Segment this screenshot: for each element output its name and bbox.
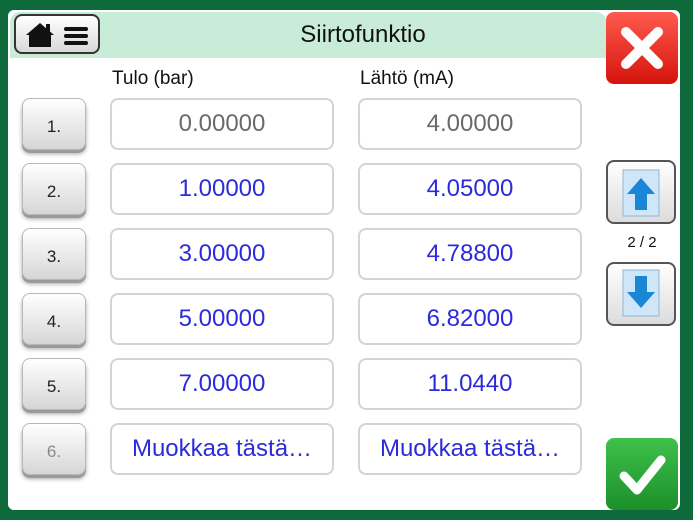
home-menu-icon [26, 23, 88, 47]
row-button-5[interactable]: 5. [22, 358, 86, 410]
close-icon [621, 27, 663, 69]
page-title: Siirtofunktio [300, 21, 426, 48]
output-field-5[interactable]: 11.0440 [358, 358, 582, 410]
row-button-2[interactable]: 2. [22, 163, 86, 215]
page-down-button[interactable] [606, 262, 676, 326]
arrow-up-icon [622, 169, 660, 217]
input-field-1[interactable]: 0.00000 [110, 98, 334, 150]
cancel-button[interactable] [606, 12, 678, 84]
accept-button[interactable] [606, 438, 678, 510]
app-frame: Siirtofunktio Tulo (bar) Lähtö (mA) 1. 0… [0, 0, 693, 520]
checkmark-icon [619, 455, 666, 495]
input-field-2[interactable]: 1.00000 [110, 163, 334, 215]
page-up-button[interactable] [606, 160, 676, 224]
output-field-1[interactable]: 4.00000 [358, 98, 582, 150]
output-field-3[interactable]: 4.78800 [358, 228, 582, 280]
home-menu-button[interactable] [14, 14, 100, 54]
output-field-4[interactable]: 6.82000 [358, 293, 582, 345]
output-field-2[interactable]: 4.05000 [358, 163, 582, 215]
output-column-header: Lähtö (mA) [360, 68, 454, 89]
arrow-down-icon [622, 269, 660, 317]
row-button-3[interactable]: 3. [22, 228, 86, 280]
row-button-4[interactable]: 4. [22, 293, 86, 345]
input-field-4[interactable]: 5.00000 [110, 293, 334, 345]
page-indicator: 2 / 2 [627, 234, 657, 251]
row-button-1[interactable]: 1. [22, 98, 86, 150]
input-column-header: Tulo (bar) [112, 68, 194, 89]
input-field-6[interactable]: Muokkaa tästä… [110, 423, 334, 475]
input-field-3[interactable]: 3.00000 [110, 228, 334, 280]
row-button-6[interactable]: 6. [22, 423, 86, 475]
output-field-6[interactable]: Muokkaa tästä… [358, 423, 582, 475]
input-field-5[interactable]: 7.00000 [110, 358, 334, 410]
